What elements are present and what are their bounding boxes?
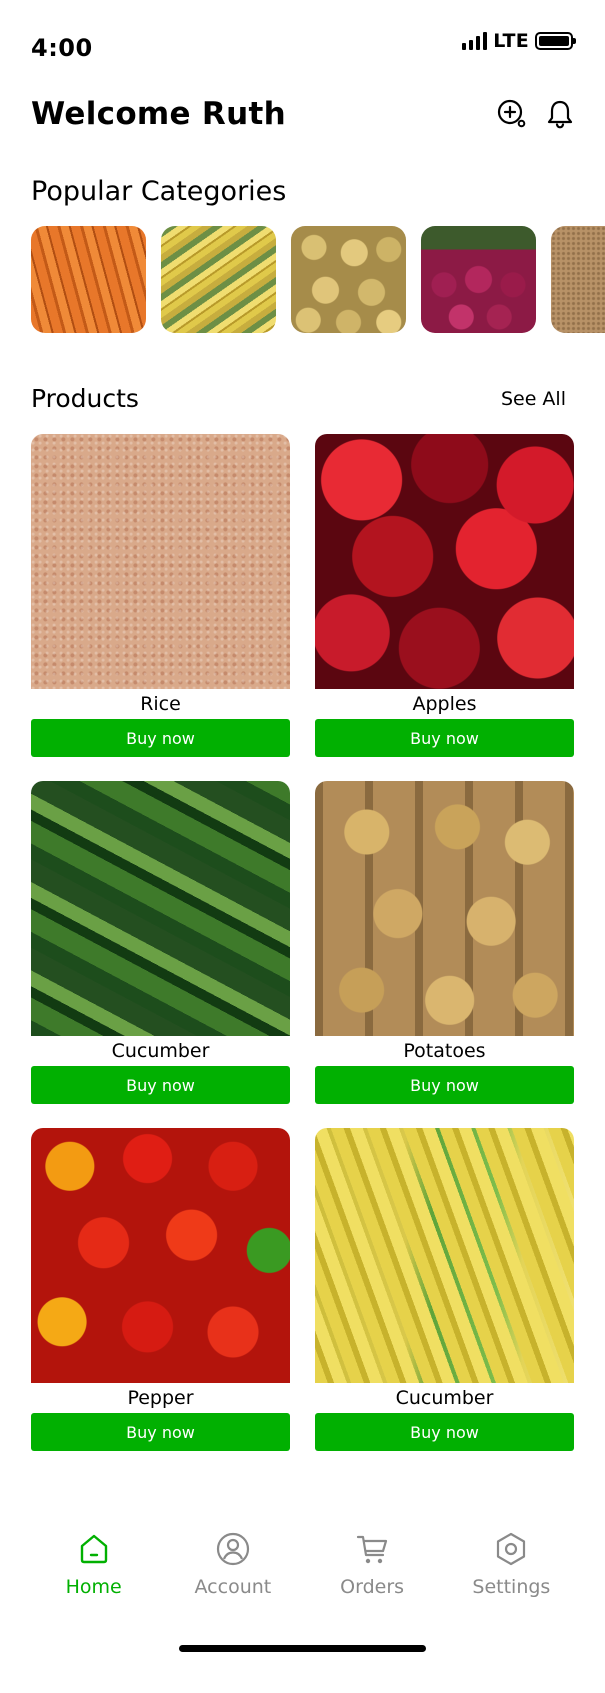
- category-carrots[interactable]: [31, 226, 146, 333]
- category-corn[interactable]: [161, 226, 276, 333]
- product-card: Apples Buy now: [315, 434, 574, 757]
- product-image-potatoes[interactable]: [315, 781, 574, 1036]
- products-title: Products: [31, 384, 139, 413]
- product-card: Cucumber Buy now: [31, 781, 290, 1104]
- nav-orders-label: Orders: [340, 1576, 405, 1598]
- buy-now-button[interactable]: Buy now: [315, 1066, 574, 1104]
- products-grid: Rice Buy now Apples Buy now Cucumber Buy…: [31, 434, 574, 1475]
- page-title: Welcome Ruth: [31, 96, 286, 132]
- nav-account[interactable]: Account: [178, 1530, 288, 1630]
- header: Welcome Ruth: [31, 92, 576, 136]
- product-name: Rice: [140, 693, 181, 715]
- bell-icon[interactable]: [544, 98, 576, 130]
- buy-now-button[interactable]: Buy now: [315, 1413, 574, 1451]
- product-image-apples[interactable]: [315, 434, 574, 689]
- account-icon: [214, 1530, 252, 1568]
- settings-icon: [492, 1530, 530, 1568]
- nav-home[interactable]: Home: [39, 1530, 149, 1630]
- signal-icon: [462, 32, 488, 50]
- header-actions: [496, 98, 576, 130]
- product-name: Apples: [412, 693, 477, 715]
- category-grain[interactable]: [551, 226, 605, 333]
- network-label: LTE: [493, 30, 529, 52]
- product-card: Potatoes Buy now: [315, 781, 574, 1104]
- nav-orders[interactable]: Orders: [317, 1530, 427, 1630]
- status-bar: 4:00 LTE: [0, 0, 605, 80]
- product-name: Pepper: [127, 1387, 194, 1409]
- buy-now-button[interactable]: Buy now: [31, 1066, 290, 1104]
- product-image-rice[interactable]: [31, 434, 290, 689]
- product-name: Potatoes: [403, 1040, 486, 1062]
- product-card: Pepper Buy now: [31, 1128, 290, 1451]
- see-all-link[interactable]: See All: [501, 388, 566, 410]
- category-onions[interactable]: [421, 226, 536, 333]
- cart-icon: [353, 1530, 391, 1568]
- nav-home-label: Home: [65, 1576, 122, 1598]
- buy-now-button[interactable]: Buy now: [31, 1413, 290, 1451]
- buy-now-button[interactable]: Buy now: [31, 719, 290, 757]
- nav-account-label: Account: [194, 1576, 272, 1598]
- categories-list: [31, 226, 605, 333]
- category-potatoes[interactable]: [291, 226, 406, 333]
- battery-icon: [535, 32, 576, 50]
- add-search-icon[interactable]: [496, 98, 528, 130]
- status-time: 4:00: [31, 34, 93, 62]
- product-image-bananas[interactable]: [315, 1128, 574, 1383]
- home-indicator: [179, 1645, 426, 1652]
- product-card: Rice Buy now: [31, 434, 290, 757]
- home-icon: [75, 1530, 113, 1568]
- nav-settings[interactable]: Settings: [456, 1530, 566, 1630]
- product-image-cucumber[interactable]: [31, 781, 290, 1036]
- product-name: Cucumber: [395, 1387, 494, 1409]
- status-indicators: LTE: [462, 30, 576, 52]
- product-image-pepper[interactable]: [31, 1128, 290, 1383]
- product-name: Cucumber: [111, 1040, 210, 1062]
- buy-now-button[interactable]: Buy now: [315, 719, 574, 757]
- product-card: Cucumber Buy now: [315, 1128, 574, 1451]
- bottom-nav: Home Account Orders Settings: [0, 1530, 605, 1630]
- categories-title: Popular Categories: [31, 176, 287, 207]
- products-header: Products See All: [31, 384, 566, 413]
- nav-settings-label: Settings: [472, 1576, 551, 1598]
